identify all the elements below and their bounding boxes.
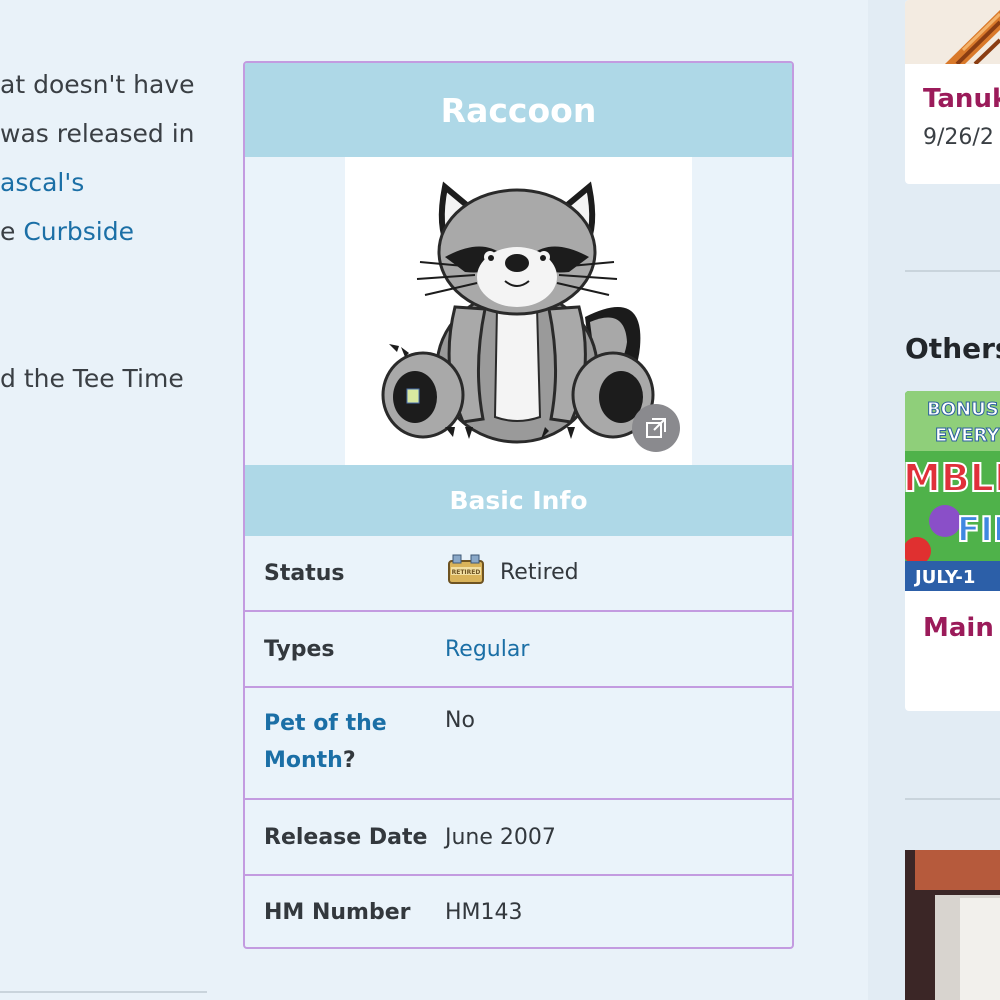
article-line: ascal's [0, 168, 84, 198]
infobox-image-row [245, 157, 792, 465]
pet-of-month-value: No [445, 708, 475, 733]
article-line: e Curbside [0, 217, 134, 247]
infobox-section-header: Basic Info [245, 465, 792, 536]
hm-number-label: HM Number [264, 900, 411, 925]
month-link[interactable]: Month [264, 748, 343, 773]
article-line: was released in [0, 119, 195, 148]
sidebar-divider [905, 270, 1000, 272]
article-divider [0, 991, 207, 993]
banner-text: BONUS [927, 399, 999, 420]
video-thumbnail [905, 850, 1000, 1000]
card-thumbnail [905, 0, 1000, 64]
label-suffix: ? [342, 748, 356, 773]
sidebar-heading: Others [905, 332, 1000, 365]
status-value-cell: RETIRED Retired [445, 553, 792, 593]
promo-banner: BONUS EVERY MBLE FIE JULY-1 [905, 391, 1000, 591]
pet-of-month-link[interactable]: Pet of the [264, 711, 387, 736]
article-line: d the Tee Time [0, 364, 184, 393]
sidebar-divider [905, 798, 1000, 800]
sidebar-card-video[interactable] [905, 850, 1000, 1000]
banner-text: MBLE [905, 456, 1000, 500]
expand-image-button[interactable] [632, 404, 680, 452]
info-row-status: Status RETIRED Retired [245, 536, 792, 612]
release-date-value: June 2007 [445, 824, 556, 850]
banner-text: FIE [957, 510, 1000, 550]
info-row-release-date: Release Date June 2007 [245, 800, 792, 876]
article-line: at doesn't have [0, 70, 195, 99]
article-link[interactable]: ascal's [0, 168, 84, 197]
info-row-pet-of-month: Pet of the Month? No [245, 688, 792, 800]
pet-infobox: Raccoon Basic Info Status RETIRED Retire… [243, 61, 794, 949]
section-title: Basic Info [449, 486, 588, 515]
badge-text: RETIRED [452, 569, 481, 576]
status-label: Status [264, 560, 345, 586]
types-label: Types [264, 636, 335, 662]
article-body: at doesn't have was released in ascal's … [0, 0, 240, 1000]
regular-link[interactable]: Regular [445, 637, 529, 662]
curbside-link[interactable]: Curbside [23, 217, 134, 246]
retired-badge-icon: RETIRED [445, 553, 487, 593]
pet-image[interactable] [345, 157, 692, 465]
infobox-title-bar: Raccoon [245, 63, 792, 157]
expand-icon [646, 418, 666, 438]
card-title[interactable]: Main I [923, 613, 1000, 643]
pet-of-month-label: Pet of the Month? [245, 705, 445, 779]
hm-number-value: HM143 [445, 900, 523, 925]
banner-text: EVERY [935, 425, 1000, 446]
infobox-title: Raccoon [440, 90, 597, 130]
sidebar-card-promo[interactable]: BONUS EVERY MBLE FIE JULY-1 Main I [905, 391, 1000, 711]
info-row-types: Types Regular [245, 612, 792, 688]
card-title[interactable]: Tanuk [923, 84, 1000, 114]
sidebar-card-tanuki[interactable]: Tanuk 9/26/2 [905, 0, 1000, 184]
status-value: Retired [500, 560, 579, 585]
card-date: 9/26/2 [923, 125, 994, 150]
info-row-hm-number: HM Number HM143 [245, 876, 792, 947]
banner-text: JULY-1 [913, 567, 975, 588]
release-date-label: Release Date [264, 824, 428, 850]
types-value-cell: Regular [445, 637, 792, 662]
article-text: e [0, 217, 24, 246]
